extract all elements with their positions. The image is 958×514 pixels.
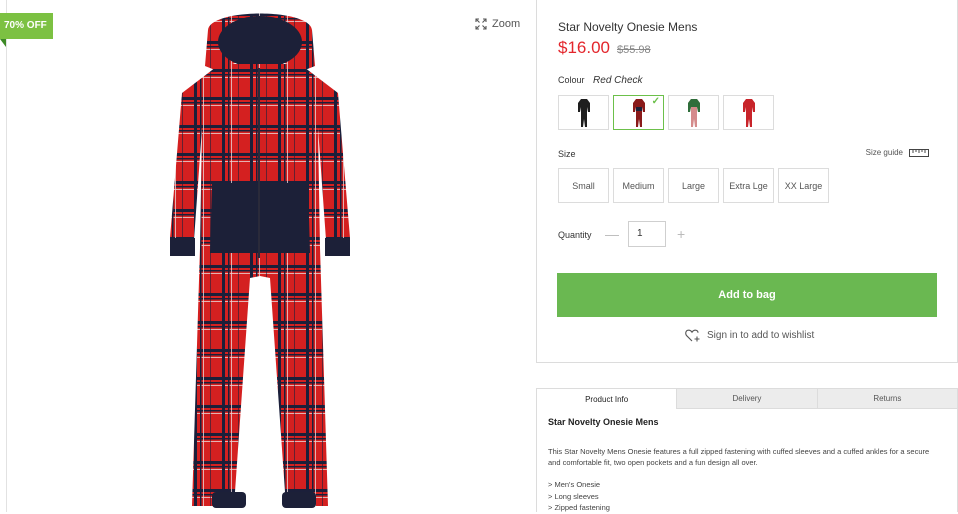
- info-tabs: Product Info Delivery Returns: [537, 389, 957, 409]
- discount-badge-text: 70% OFF: [4, 20, 47, 31]
- colour-row: Colour Red Check: [558, 75, 643, 86]
- zip: [258, 68, 260, 258]
- quantity-decrease-button[interactable]: —: [605, 227, 619, 241]
- right-ankle-cuff: [282, 492, 316, 508]
- list-item: > Men's Onesie: [548, 480, 601, 489]
- left-cuff: [170, 238, 195, 256]
- add-to-bag-button[interactable]: Add to bag: [557, 273, 937, 317]
- onesie-thumbnail-black: [577, 98, 590, 127]
- info-description: This Star Novelty Mens Onesie features a…: [548, 447, 930, 467]
- purchase-panel: Star Novelty Onesie Mens $16.00 $55.98 C…: [536, 0, 958, 363]
- swatch-black[interactable]: [558, 95, 609, 130]
- check-icon: ✓: [651, 96, 660, 107]
- heart-plus-icon: [685, 329, 700, 342]
- quantity-increase-button[interactable]: +: [677, 227, 685, 241]
- zoom-label: Zoom: [492, 18, 521, 30]
- tab-delivery[interactable]: Delivery: [676, 389, 817, 409]
- hood-lining: [218, 16, 302, 68]
- swatch-red[interactable]: [723, 95, 774, 130]
- original-price: $55.98: [617, 44, 651, 56]
- onesie-thumbnail-red: [742, 98, 755, 127]
- wishlist-link[interactable]: Sign in to add to wishlist: [685, 329, 814, 342]
- wishlist-label: Sign in to add to wishlist: [707, 330, 815, 341]
- product-info-panel: Product Info Delivery Returns Star Novel…: [536, 388, 958, 512]
- size-guide-label: Size guide: [865, 148, 903, 157]
- price-row: $16.00 $55.98: [558, 38, 651, 58]
- product-title: Star Novelty Onesie Mens: [558, 20, 698, 34]
- zoom-button[interactable]: Zoom: [475, 18, 520, 30]
- size-option-large[interactable]: Large: [668, 168, 719, 203]
- size-label: Size: [558, 149, 576, 159]
- size-guide-link[interactable]: Size guide: [866, 148, 929, 157]
- current-price: $16.00: [558, 38, 610, 57]
- left-ankle-cuff: [212, 492, 246, 508]
- tab-returns[interactable]: Returns: [816, 389, 957, 409]
- quantity-label: Quantity: [558, 230, 592, 240]
- swatch-green[interactable]: [668, 95, 719, 130]
- discount-badge: 70% OFF: [0, 13, 53, 39]
- list-item: > Long sleeves: [548, 491, 599, 501]
- size-option-small[interactable]: Small: [558, 168, 609, 203]
- size-option-xx-large[interactable]: XX Large: [778, 168, 829, 203]
- right-cuff: [325, 238, 350, 256]
- gallery-divider: [6, 0, 7, 512]
- onesie-thumbnail-red-check: [632, 98, 645, 127]
- colour-swatches: ✓: [558, 95, 774, 130]
- add-to-bag-label: Add to bag: [718, 289, 776, 301]
- quantity-input[interactable]: 1: [628, 221, 666, 247]
- size-option-extra-large[interactable]: Extra Lge: [723, 168, 774, 203]
- expand-icon: [475, 18, 487, 30]
- onesie-thumbnail-green: [687, 98, 700, 127]
- info-title: Star Novelty Onesie Mens: [548, 417, 659, 427]
- swatch-red-check[interactable]: ✓: [613, 95, 664, 130]
- colour-label: Colour: [558, 75, 585, 85]
- size-option-medium[interactable]: Medium: [613, 168, 664, 203]
- ruler-icon: [909, 148, 929, 157]
- badge-fold: [0, 39, 6, 47]
- colour-selected-value: Red Check: [593, 75, 643, 86]
- feature-list: > Men's Onesie > Long sleeves > Zipped f…: [548, 479, 610, 514]
- tab-product-info[interactable]: Product Info: [537, 389, 677, 409]
- product-image[interactable]: [160, 8, 370, 512]
- size-options: Small Medium Large Extra Lge XX Large: [558, 168, 829, 203]
